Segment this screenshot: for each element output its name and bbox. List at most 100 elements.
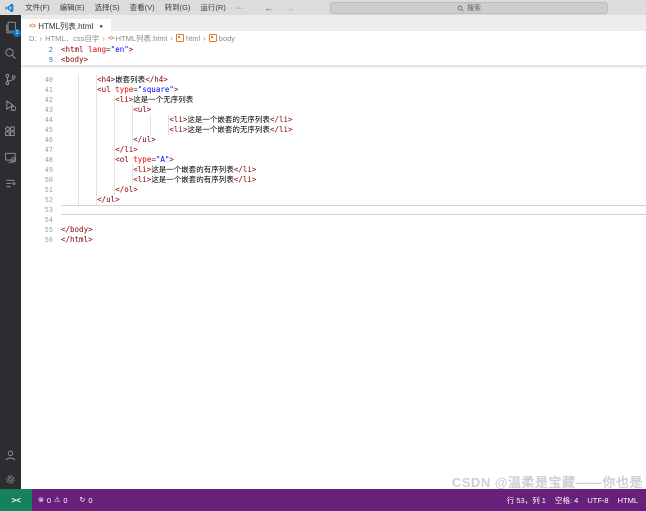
settings-icon[interactable] [4,473,17,486]
menu-item-5[interactable]: 运行(R) [195,3,230,12]
indent-guides [61,195,97,205]
modified-dot-icon[interactable]: ● [99,24,103,30]
line-number[interactable]: 9 [21,55,61,65]
indent-guides [61,165,133,175]
code-text: </html> [61,235,646,245]
explorer-icon[interactable]: 1 [4,21,17,34]
token-tg: </body> [61,225,93,234]
code-line[interactable]: 55</body> [21,225,646,235]
line-number[interactable]: 46 [21,135,61,145]
code-line[interactable]: 48 <ol type="A"> [21,155,646,165]
code-line[interactable]: 49 <li>这是一个嵌套的有序列表</li> [21,165,646,175]
breadcrumb-item-0[interactable]: D: [29,34,37,43]
indent-guides [61,185,115,195]
code-text [61,205,646,215]
sync-indicator[interactable]: ↻ 0 [74,496,99,505]
code-line[interactable]: 41 <ul type="square"> [21,85,646,95]
line-number[interactable]: 55 [21,225,61,235]
status-item-2[interactable]: UTF-8 [587,496,608,505]
line-number[interactable]: 54 [21,215,61,225]
indent-guides [61,135,133,145]
error-icon: ⊗ [38,496,44,504]
line-number[interactable]: 45 [21,125,61,135]
code-line[interactable]: 54 [21,215,646,225]
run-debug-icon[interactable] [4,99,17,112]
html-file-icon: <> [29,23,35,30]
line-number[interactable]: 42 [21,95,61,105]
line-number[interactable]: 53 [21,205,61,215]
nav-forward-icon[interactable]: → [285,3,294,13]
title-bar: 文件(F)编辑(E)选择(S)查看(V)转到(G)运行(R)··· ← → 搜索 [0,0,646,15]
code-line[interactable]: 51 </ol> [21,185,646,195]
nav-back-icon[interactable]: ← [264,3,273,13]
breadcrumb-separator-icon: › [170,34,173,43]
menu-item-2[interactable]: 选择(S) [90,3,125,12]
sticky-scroll: 2<html lang="en">9<body> [21,45,646,65]
remote-indicator[interactable]: >< [0,489,32,511]
status-item-1[interactable]: 空格: 4 [555,495,578,506]
token-tg: </h4> [145,75,168,84]
line-number[interactable]: 49 [21,165,61,175]
search-icon[interactable] [4,47,17,60]
line-number[interactable]: 43 [21,105,61,115]
code-line[interactable]: 43 <ul> [21,105,646,115]
indent-guides [61,115,169,125]
code-line[interactable]: 52 </ul> [21,195,646,205]
account-icon[interactable] [4,449,17,462]
code-line[interactable]: 45 <li>这是一个嵌套的无序列表</li> [21,125,646,135]
code-text: <h4>嵌套列表</h4> [61,75,646,85]
line-number[interactable]: 2 [21,45,61,55]
code-line[interactable]: 42 <li>这是一个无序列表 [21,95,646,105]
panel-icon[interactable] [4,177,17,190]
menu-item-6[interactable]: ··· [231,3,249,12]
code-line[interactable]: 53 [21,205,646,215]
source-control-icon[interactable] [4,73,17,86]
line-number[interactable]: 44 [21,115,61,125]
problems-indicator[interactable]: ⊗ 0 ⚠ 0 [32,496,74,505]
token-tg: <ul [97,85,111,94]
sticky-line[interactable]: 9<body> [21,55,646,65]
breadcrumb-label: body [219,34,235,43]
menu-item-1[interactable]: 编辑(E) [55,3,90,12]
badge-count: 1 [13,29,21,37]
vscode-logo-icon [4,3,14,13]
line-number[interactable]: 52 [21,195,61,205]
code-line[interactable]: 50 <li>这是一个嵌套的有序列表</li> [21,175,646,185]
token-tg: </html> [61,235,93,244]
search-icon [457,5,464,12]
status-item-3[interactable]: HTML [618,496,638,505]
status-item-0[interactable]: 行 53，列 1 [507,495,546,506]
line-number[interactable]: 40 [21,75,61,85]
extensions-icon[interactable] [4,125,17,138]
line-number[interactable]: 56 [21,235,61,245]
code-line[interactable]: 56</html> [21,235,646,245]
indent-guides [61,145,115,155]
token-tx: 这是一个嵌套的无序列表 [187,125,270,134]
breadcrumb-item-3[interactable]: html [176,34,200,43]
token-tx: 这是一个嵌套的有序列表 [151,175,234,184]
sticky-line[interactable]: 2<html lang="en"> [21,45,646,55]
code-line[interactable]: 40 <h4>嵌套列表</h4> [21,75,646,85]
code-text: <li>这是一个嵌套的有序列表</li> [61,175,646,185]
tab-html-list[interactable]: <> HTML列表.html ● [21,19,111,35]
breadcrumb-item-4[interactable]: body [209,34,235,43]
remote-explorer-icon[interactable] [4,151,17,164]
menu-item-4[interactable]: 转到(G) [160,3,196,12]
menu-item-3[interactable]: 查看(V) [125,3,160,12]
line-number[interactable]: 48 [21,155,61,165]
code-text: </li> [61,145,646,155]
search-box[interactable]: 搜索 [330,2,608,14]
line-number[interactable]: 41 [21,85,61,95]
nav-arrows: ← → [264,3,294,13]
menu-item-0[interactable]: 文件(F) [20,3,55,12]
code-area[interactable]: 40 <h4>嵌套列表</h4>41 <ul type="square">42 … [21,75,646,245]
code-line[interactable]: 44 <li>这是一个嵌套的无序列表</li> [21,115,646,125]
code-line[interactable]: 46 </ul> [21,135,646,145]
line-number[interactable]: 47 [21,145,61,155]
line-number[interactable]: 50 [21,175,61,185]
code-text: <ol type="A"> [61,155,646,165]
indent-guides [61,105,133,115]
breadcrumb-item-2[interactable]: <>HTML列表.html [108,33,167,44]
line-number[interactable]: 51 [21,185,61,195]
code-line[interactable]: 47 </li> [21,145,646,155]
